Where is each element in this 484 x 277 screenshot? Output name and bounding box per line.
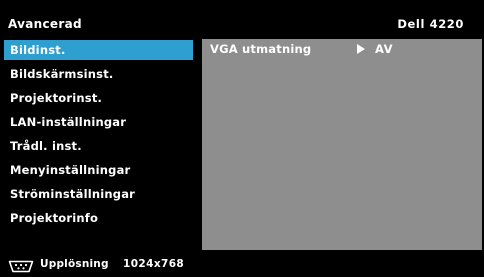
vga-connector-icon xyxy=(8,258,34,277)
sidebar-item-tradl-inst[interactable]: Trådl. inst. xyxy=(4,136,193,156)
right-triangle-icon xyxy=(357,44,365,54)
menu-title: Avancerad xyxy=(8,17,82,31)
resolution-label: Upplösning xyxy=(40,258,109,270)
vga-output-label: VGA utmatning xyxy=(210,42,312,56)
sidebar-item-projektorinfo[interactable]: Projektorinfo xyxy=(4,208,193,228)
vga-output-value[interactable]: AV xyxy=(375,39,393,59)
header: Avancerad Dell 4220 xyxy=(0,16,484,36)
sidebar-item-bildskarmsinst[interactable]: Bildskärmsinst. xyxy=(4,64,193,84)
sidebar-item-lan-installningar[interactable]: LAN-inställningar xyxy=(4,112,193,132)
sidebar-item-strominstallningar[interactable]: Ströminställningar xyxy=(4,184,193,204)
status-bar: Upplösning 1024x768 xyxy=(0,257,484,273)
resolution-value: 1024x768 xyxy=(123,258,185,270)
sidebar-item-menyinstallningar[interactable]: Menyinställningar xyxy=(4,160,193,180)
sidebar-item-bildinst[interactable]: Bildinst. xyxy=(4,40,193,60)
vga-output-row[interactable]: VGA utmatning AV xyxy=(202,39,482,59)
osd-menu: Avancerad Dell 4220 Bildinst. Bildskärms… xyxy=(0,0,484,273)
settings-panel: VGA utmatning AV xyxy=(202,39,482,250)
model-name: Dell 4220 xyxy=(397,17,464,31)
sidebar: Bildinst. Bildskärmsinst. Projektorinst.… xyxy=(0,39,195,250)
sidebar-item-projektorinst[interactable]: Projektorinst. xyxy=(4,88,193,108)
